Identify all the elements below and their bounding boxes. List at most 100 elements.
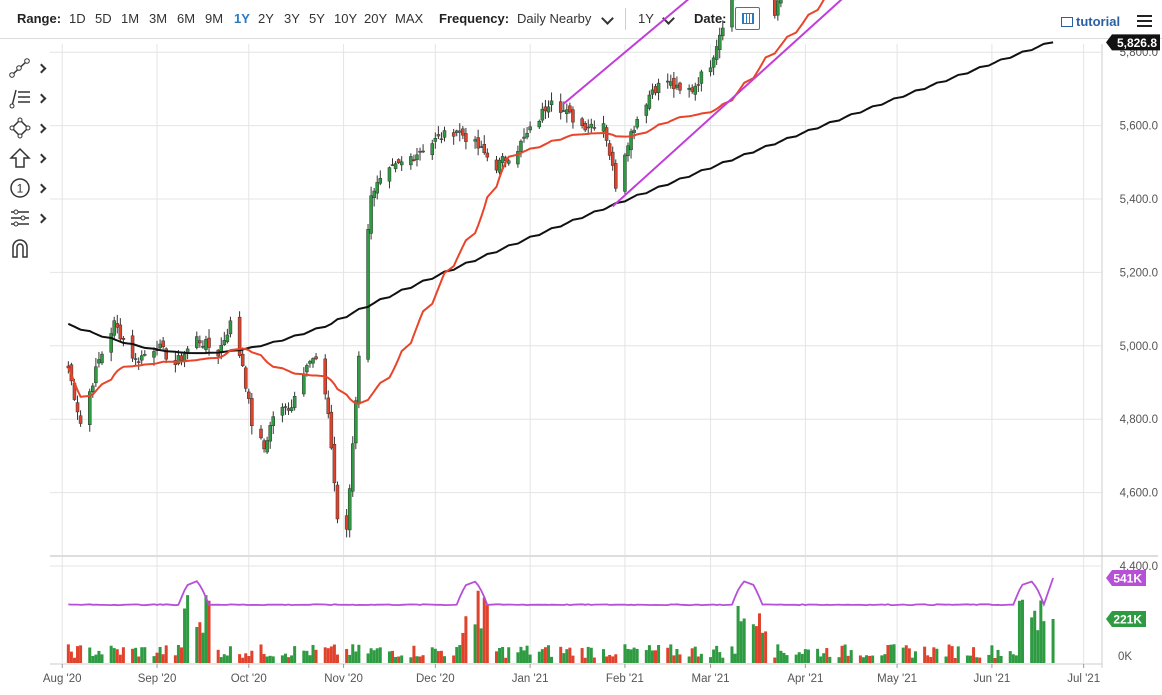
candle	[610, 146, 615, 171]
volume-bar	[739, 621, 743, 663]
volume-bar	[250, 650, 254, 663]
volume-bar	[904, 645, 908, 663]
candle-body	[207, 337, 211, 348]
volume-bar	[819, 656, 823, 663]
volume-bar	[348, 654, 352, 663]
candle	[351, 436, 355, 497]
volume-bar	[632, 647, 636, 663]
volume-bar	[241, 657, 245, 663]
volume-bar	[76, 646, 80, 663]
candle	[329, 404, 334, 450]
volume-bar	[550, 656, 554, 663]
candle-body	[525, 133, 529, 138]
candle-body	[571, 109, 575, 123]
candle-body	[476, 137, 480, 149]
candle-body	[409, 156, 413, 166]
candle-body	[418, 150, 422, 153]
volume-bar	[782, 652, 786, 663]
volume-bar	[611, 656, 615, 663]
candle-body	[97, 359, 101, 364]
volume-bar	[351, 644, 355, 663]
volume-bar	[953, 657, 957, 663]
candle	[396, 158, 401, 165]
volume-bar	[400, 655, 404, 663]
price-chart[interactable]: 4,400.04,600.04,800.05,000.05,200.05,400…	[0, 0, 1162, 695]
volume-bar	[115, 649, 119, 663]
volume-bar	[100, 654, 104, 663]
volume-bar	[525, 645, 529, 663]
volume-bar	[987, 654, 991, 663]
candle-body	[357, 355, 361, 405]
volume-bar	[332, 644, 336, 663]
candle-body	[730, 0, 734, 28]
candle-body	[158, 343, 162, 349]
volume-bar	[978, 657, 982, 663]
volume-bar	[329, 646, 333, 663]
candle-body	[195, 336, 199, 348]
volume-bar	[883, 654, 887, 663]
volume-bar	[222, 654, 226, 663]
candle	[308, 359, 312, 368]
candle-body	[152, 351, 156, 358]
volume-bar	[412, 645, 416, 663]
volume-bar	[923, 646, 927, 663]
y-tick-label: 5,600.0	[1120, 121, 1158, 133]
x-tick-label: May '21	[877, 673, 917, 685]
candle-body	[436, 134, 441, 137]
volume-bar	[134, 647, 138, 663]
candle-body	[635, 119, 639, 128]
candle-body	[130, 335, 135, 359]
volume-bar	[672, 655, 676, 663]
candle	[109, 327, 113, 362]
candle-body	[240, 353, 245, 367]
volume-bar	[580, 648, 584, 663]
y-tick-label: 4,800.0	[1120, 414, 1158, 426]
candle	[204, 335, 208, 355]
candle-body	[268, 425, 272, 442]
volume-bar	[287, 657, 291, 663]
volume-bar	[806, 649, 810, 663]
candle	[136, 357, 141, 370]
volume-bar	[865, 655, 869, 663]
candle-body	[369, 195, 373, 234]
candle-body	[198, 340, 202, 344]
volume-bar	[326, 648, 330, 663]
volume-bar	[761, 632, 765, 663]
candle	[143, 350, 147, 357]
volume-bar	[121, 647, 125, 663]
candle-body	[112, 320, 116, 336]
candle	[451, 128, 456, 145]
volume-bar	[204, 595, 208, 663]
volume-bar	[828, 656, 832, 663]
candle-body	[473, 139, 477, 142]
volume-bar	[947, 644, 951, 663]
candle-body	[647, 94, 652, 109]
candle-body	[543, 106, 548, 112]
candle	[161, 337, 165, 350]
volume-bar	[516, 652, 520, 663]
candle	[693, 82, 698, 101]
candle	[717, 27, 722, 59]
volume-bar	[969, 655, 972, 663]
candle	[479, 140, 483, 149]
candle	[721, 20, 725, 41]
volume-bar	[657, 645, 661, 663]
x-tick-label: Nov '20	[324, 673, 363, 685]
volume-bar	[910, 657, 914, 663]
candle-body	[399, 161, 404, 166]
volume-bar	[1020, 599, 1024, 663]
x-tick-label: Oct '20	[231, 673, 267, 685]
candle	[372, 188, 376, 207]
volume-bar	[262, 654, 266, 663]
volume-bar	[975, 657, 979, 663]
candle-body	[250, 398, 254, 426]
candle	[776, 0, 780, 21]
volume-bar	[476, 590, 480, 663]
candle	[97, 351, 101, 368]
candle	[347, 484, 352, 538]
candle-body	[430, 143, 435, 156]
candle	[730, 0, 734, 32]
candle-body	[601, 123, 606, 132]
volume-bar	[886, 644, 890, 663]
candle-body	[714, 46, 719, 60]
